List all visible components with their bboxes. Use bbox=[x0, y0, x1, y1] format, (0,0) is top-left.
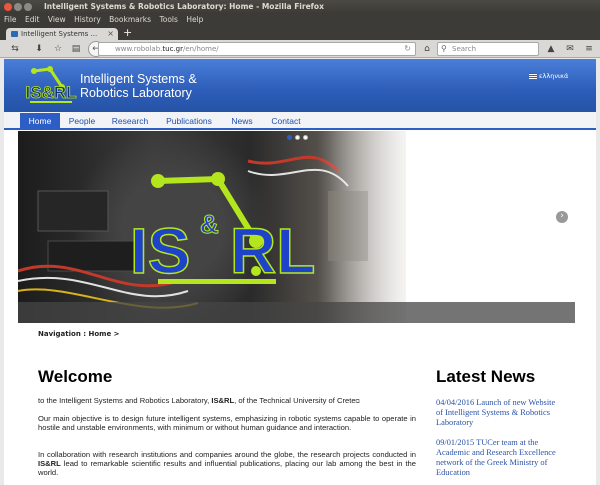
nav-people[interactable]: People bbox=[64, 113, 100, 129]
breadcrumb: Navigation : Home > bbox=[38, 330, 120, 338]
greek-flag-icon bbox=[529, 73, 537, 79]
url-path: /en/home/ bbox=[182, 45, 219, 53]
favicon-icon bbox=[11, 31, 18, 37]
nav-home[interactable]: Home bbox=[20, 113, 60, 129]
menu-tools[interactable]: Tools bbox=[159, 14, 177, 26]
close-tab-icon[interactable]: × bbox=[107, 28, 114, 40]
nav-publications[interactable]: Publications bbox=[160, 113, 218, 129]
tab-strip: Intelligent Systems ... × + bbox=[0, 26, 600, 40]
breadcrumb-home[interactable]: Home bbox=[89, 330, 112, 338]
notifications-icon[interactable]: ▲ bbox=[545, 43, 557, 55]
tab-isrl[interactable]: Intelligent Systems ... × bbox=[6, 28, 118, 40]
site-header: IS&RL Intelligent Systems & Robotics Lab… bbox=[4, 59, 596, 112]
search-placeholder: Search bbox=[452, 45, 477, 53]
external-link-icon[interactable]: ⧉ bbox=[356, 399, 360, 405]
search-input[interactable]: ⚲ Search bbox=[437, 42, 539, 56]
welcome-p1-text-end: , of the Technical University of Crete bbox=[234, 396, 356, 405]
nav-toolbar: ⇆ ⬇ ☆ ▤ ← www.robolab.tuc.gr/en/home/ ↻ … bbox=[0, 40, 600, 58]
menu-file[interactable]: File bbox=[4, 14, 17, 26]
welcome-p3-bold: IS&RL bbox=[38, 459, 61, 469]
site-title: Intelligent Systems & Robotics Laborator… bbox=[80, 72, 197, 100]
breadcrumb-separator: > bbox=[113, 330, 120, 338]
new-tab-button[interactable]: + bbox=[123, 27, 132, 39]
site-title-line2: Robotics Laboratory bbox=[80, 86, 192, 100]
maximize-window-icon[interactable] bbox=[24, 3, 32, 11]
url-bar[interactable]: www.robolab.tuc.gr/en/home/ ↻ bbox=[98, 42, 416, 56]
home-icon[interactable]: ⌂ bbox=[421, 43, 433, 55]
search-icon: ⚲ bbox=[441, 44, 447, 53]
hamburger-menu-icon[interactable]: ≡ bbox=[583, 43, 595, 55]
language-label: ελληνικά bbox=[539, 72, 569, 80]
menu-bookmarks[interactable]: Bookmarks bbox=[109, 14, 151, 26]
logo-text: IS&RL bbox=[26, 83, 77, 102]
slide-fade bbox=[318, 131, 428, 323]
image-slider: IS & RL › bbox=[18, 131, 575, 323]
welcome-p1-bold: IS&RL bbox=[211, 396, 235, 405]
slide-caption-bar bbox=[18, 302, 575, 323]
slider-dot-2[interactable] bbox=[295, 135, 300, 140]
news-item-2[interactable]: 09/01/2015 TUCer team at the Academic an… bbox=[436, 438, 560, 478]
welcome-paragraph-3: In collaboration with research instituti… bbox=[38, 450, 416, 478]
site-nav: Home People Research Publications News C… bbox=[4, 112, 596, 130]
nav-news[interactable]: News bbox=[226, 113, 258, 129]
sync-icon[interactable]: ⇆ bbox=[9, 43, 21, 55]
bookmarks-list-icon[interactable]: ▤ bbox=[70, 43, 82, 55]
download-icon[interactable]: ⬇ bbox=[33, 43, 45, 55]
url-prefix: www.robolab. bbox=[115, 45, 163, 53]
page-viewport: IS&RL Intelligent Systems & Robotics Lab… bbox=[4, 59, 596, 485]
bookmark-star-icon[interactable]: ☆ bbox=[52, 43, 64, 55]
menu-help[interactable]: Help bbox=[186, 14, 203, 26]
breadcrumb-label: Navigation : bbox=[38, 330, 87, 338]
window-titlebar: Intelligent Systems & Robotics Laborator… bbox=[0, 0, 600, 14]
slide-logo-amp: & bbox=[200, 209, 219, 239]
welcome-paragraph-2: Our main objective is to design future i… bbox=[38, 414, 416, 433]
tab-label: Intelligent Systems ... bbox=[21, 30, 98, 38]
slider-dot-3[interactable] bbox=[303, 135, 308, 140]
close-window-icon[interactable] bbox=[4, 3, 12, 11]
site-title-line1: Intelligent Systems & bbox=[80, 72, 197, 86]
nav-contact[interactable]: Contact bbox=[264, 113, 308, 129]
welcome-p1-text: to the Intelligent Systems and Robotics … bbox=[38, 396, 212, 405]
welcome-paragraph-1: to the Intelligent Systems and Robotics … bbox=[38, 396, 416, 407]
slider-next-arrow[interactable]: › bbox=[556, 211, 568, 223]
slide-logo-is: IS bbox=[130, 215, 190, 287]
nav-research[interactable]: Research bbox=[106, 113, 154, 129]
minimize-window-icon[interactable] bbox=[14, 3, 22, 11]
welcome-heading: Welcome bbox=[38, 367, 113, 386]
menu-edit[interactable]: Edit bbox=[25, 14, 40, 26]
menu-view[interactable]: View bbox=[48, 14, 66, 26]
language-link[interactable]: ελληνικά bbox=[529, 72, 568, 80]
slide-logo-rl: RL bbox=[230, 215, 315, 287]
welcome-p3-text-end: lead to remarkable scientific results an… bbox=[38, 459, 416, 478]
window-title: Intelligent Systems & Robotics Laborator… bbox=[44, 2, 324, 11]
welcome-p3-text: In collaboration with research instituti… bbox=[38, 450, 416, 459]
news-item-1[interactable]: 04/04/2016 Launch of new Website of Inte… bbox=[436, 398, 560, 428]
latest-news-heading: Latest News bbox=[436, 367, 536, 386]
slider-dot-1[interactable] bbox=[287, 135, 292, 140]
isrl-logo[interactable]: IS&RL bbox=[24, 65, 78, 105]
url-host: tuc.gr bbox=[162, 45, 183, 53]
menu-history[interactable]: History bbox=[74, 14, 101, 26]
menu-bar: File Edit View History Bookmarks Tools H… bbox=[0, 14, 600, 26]
reload-icon[interactable]: ↻ bbox=[404, 43, 411, 55]
mail-icon[interactable]: ✉ bbox=[564, 43, 576, 55]
